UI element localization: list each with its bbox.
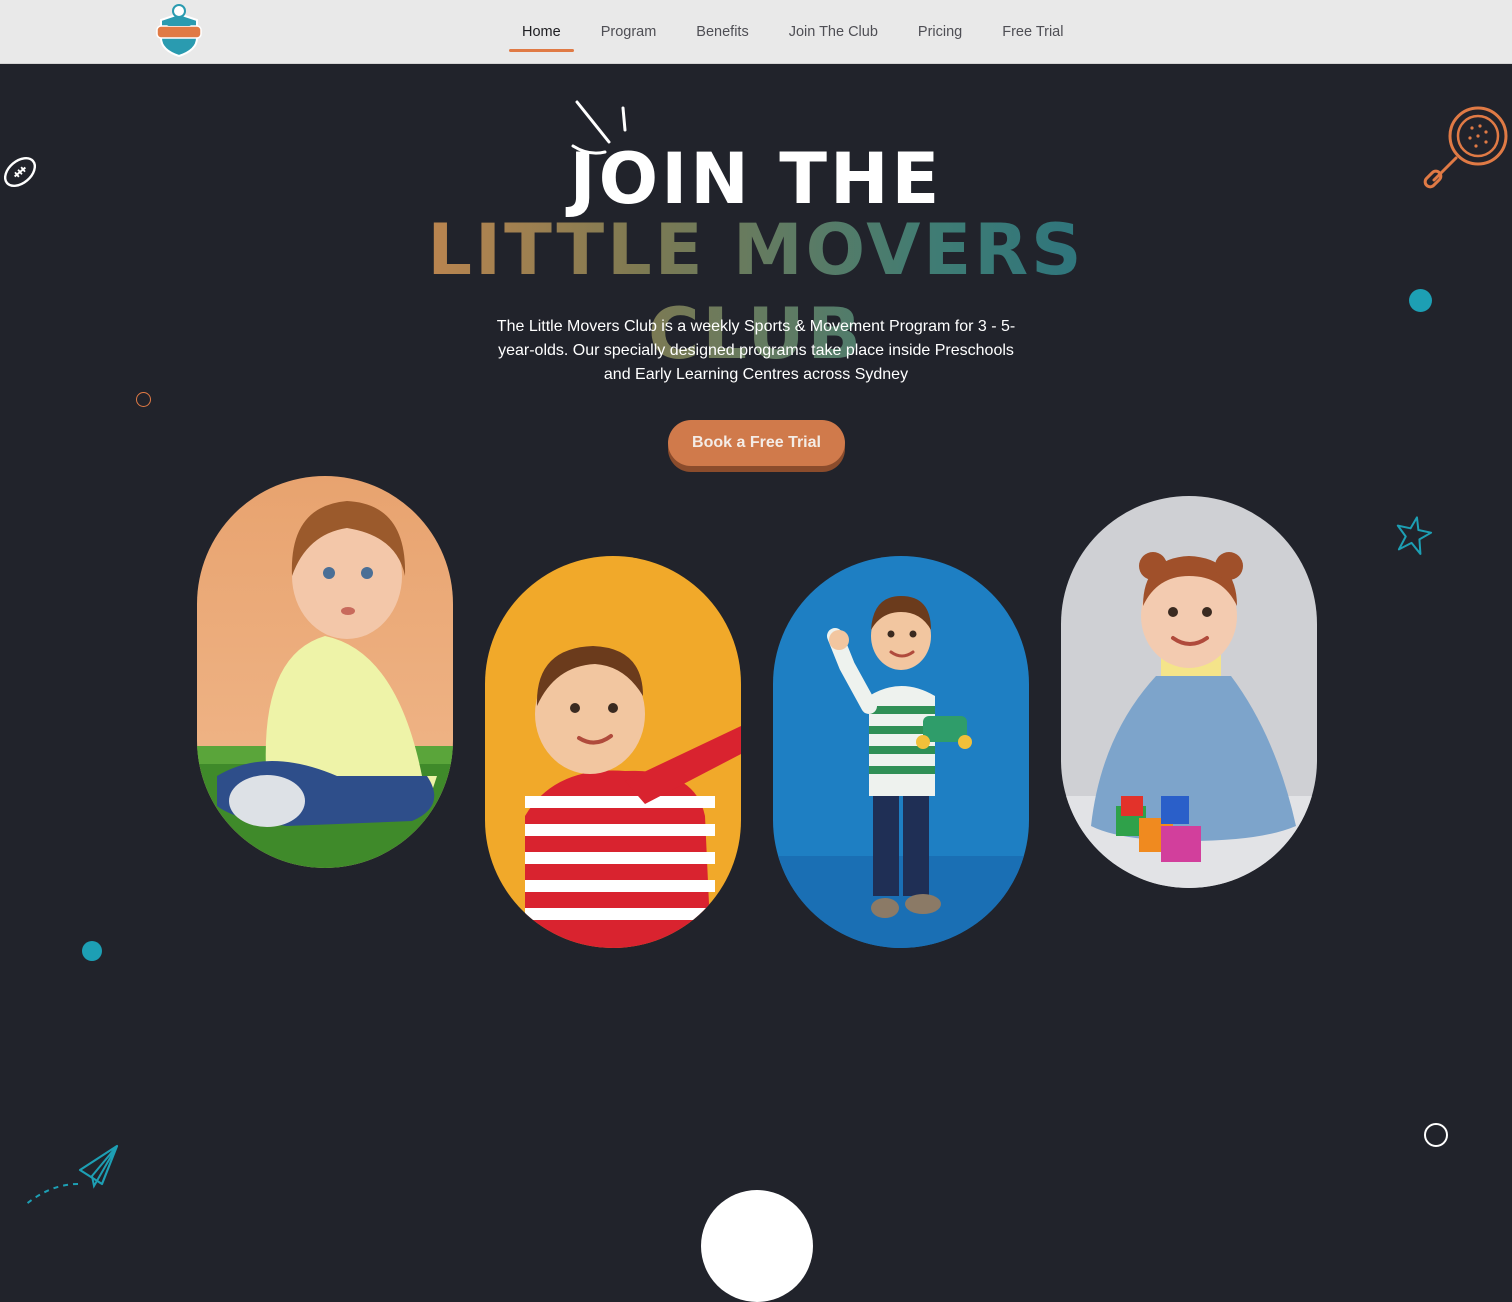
child-photo-3 [773,556,1029,948]
nav-free-trial[interactable]: Free Trial [982,0,1083,63]
hero-description: The Little Movers Club is a weekly Sport… [496,318,1016,383]
orange-ring-decoration [136,392,151,407]
nav-home[interactable]: Home [502,0,581,63]
child-photo-1 [197,476,453,868]
nav-benefits[interactable]: Benefits [676,0,768,63]
club-logo[interactable] [155,2,203,58]
book-free-trial-button[interactable]: Book a Free Trial [668,420,845,466]
white-ring-decoration [1424,1123,1448,1147]
nav-menu: Home Program Benefits Join The Club Pric… [502,0,1083,63]
star-icon [1393,514,1433,563]
top-navigation: Home Program Benefits Join The Club Pric… [0,0,1512,64]
nav-program[interactable]: Program [581,0,677,63]
paper-plane-icon [20,1140,124,1212]
nav-pricing[interactable]: Pricing [898,0,982,63]
child-photo-4 [1061,496,1317,888]
teal-dot-decoration-2 [82,941,102,961]
nav-join-the-club[interactable]: Join The Club [769,0,898,63]
child-photo-2 [485,556,741,948]
